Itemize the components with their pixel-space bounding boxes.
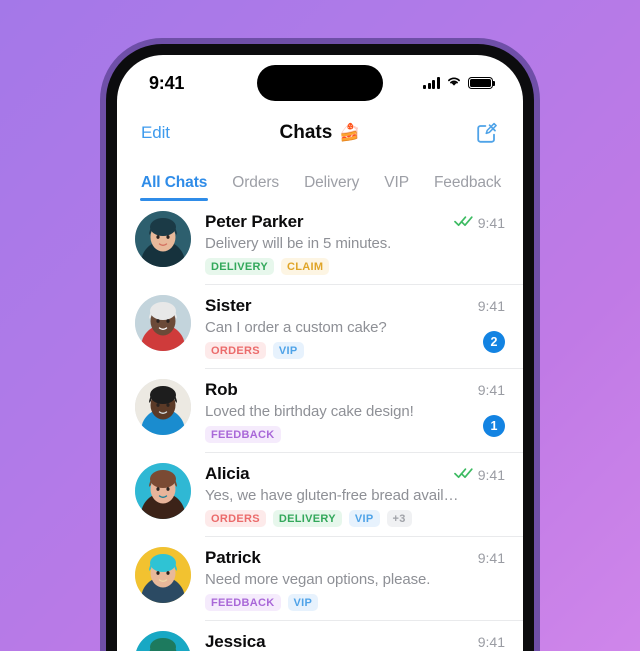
chat-row-header: Peter Parker 9:41: [205, 212, 505, 232]
chat-row-header: Jessica 9:41: [205, 632, 505, 651]
chat-row-meta: 9:41: [470, 634, 505, 650]
avatar-rob[interactable]: [135, 379, 191, 435]
phone-bezel: 9:41 Edit Chats 🍰 All Chats Orders Deliv…: [106, 44, 534, 651]
chat-tag[interactable]: VIP: [272, 342, 304, 359]
chat-row-meta: 9:41: [446, 466, 505, 484]
unread-badge: 2: [483, 331, 505, 353]
chat-tag[interactable]: +3: [386, 510, 412, 527]
chat-row-meta: 9:41: [446, 214, 505, 232]
chat-preview-text: Delivery will be in 5 minutes.: [205, 235, 392, 252]
chat-preview-text: Yes, we have gluten-free bread available…: [205, 487, 476, 504]
chat-row-header: Patrick 9:41: [205, 548, 505, 568]
tab-vip[interactable]: VIP: [384, 174, 409, 201]
chat-row[interactable]: Patrick 9:41 Need more vegan options, plea…: [117, 537, 523, 621]
chat-row-body: Rob 9:41 Loved the birthday cake design! FE…: [205, 379, 505, 443]
chat-timestamp: 9:41: [477, 550, 505, 566]
chat-timestamp: 9:41: [477, 298, 505, 314]
chat-row-body: Sister 9:41 Can I order a custom cake? ORDE…: [205, 295, 505, 359]
avatar-jessica[interactable]: [135, 631, 191, 651]
chat-tag[interactable]: FEEDBACK: [205, 426, 281, 443]
status-bar-icons: [423, 74, 496, 92]
chat-preview-text: Loved the birthday cake design!: [205, 403, 414, 420]
chat-list[interactable]: Peter Parker 9:41 Delivery will be in 5 mi…: [117, 201, 523, 651]
chat-preview-text: Can I order a custom cake?: [205, 319, 387, 336]
dynamic-island: [257, 65, 383, 101]
chat-row-body: Patrick 9:41 Need more vegan options, plea…: [205, 547, 505, 611]
phone-screen: 9:41 Edit Chats 🍰 All Chats Orders Deliv…: [117, 55, 523, 651]
chat-row-body: Peter Parker 9:41 Delivery will be in 5 mi…: [205, 211, 505, 275]
cake-emoji-icon: 🍰: [339, 123, 361, 142]
chat-row-meta: 9:41: [470, 298, 505, 314]
chat-row[interactable]: Jessica9:41Nice, got it.: [117, 621, 523, 651]
status-bar-time: 9:41: [149, 72, 185, 93]
double-check-icon: [453, 214, 473, 232]
chat-timestamp: 9:41: [477, 215, 505, 231]
page-title: Chats 🍰: [280, 122, 361, 144]
phone-frame: 9:41 Edit Chats 🍰 All Chats Orders Deliv…: [100, 38, 540, 651]
chat-timestamp: 9:41: [477, 634, 505, 650]
chat-row-body: Jessica9:41Nice, got it.: [205, 631, 505, 651]
chat-tag[interactable]: VIP: [348, 510, 380, 527]
page-title-text: Chats: [279, 122, 333, 143]
chat-name: Rob: [205, 380, 238, 399]
chat-timestamp: 9:41: [477, 382, 505, 398]
chat-timestamp: 9:41: [477, 467, 505, 483]
chat-name: Patrick: [205, 548, 261, 567]
double-check-icon: [453, 466, 473, 484]
edit-button[interactable]: Edit: [141, 123, 170, 143]
avatar-sister[interactable]: [135, 295, 191, 351]
chat-row[interactable]: Sister 9:41 Can I order a custom cake? ORDE…: [117, 285, 523, 369]
avatar-alicia[interactable]: [135, 463, 191, 519]
chat-row-body: Alicia 9:41 Yes, we have gluten-free bread…: [205, 463, 505, 527]
chat-row-header: Sister 9:41: [205, 296, 505, 316]
status-bar: 9:41: [117, 55, 523, 107]
chat-row-header: Alicia 9:41: [205, 464, 505, 484]
tab-bar[interactable]: All ChatsOrdersDeliveryVIPFeedbackE: [117, 159, 523, 201]
chat-tag[interactable]: VIP: [287, 594, 319, 611]
chat-name: Alicia: [205, 464, 250, 483]
chat-tag[interactable]: FEEDBACK: [205, 594, 281, 611]
tab-orders[interactable]: Orders: [232, 174, 279, 201]
cellular-signal-icon: [423, 77, 440, 89]
chat-row-meta: 9:41: [470, 382, 505, 398]
chat-tag-row: DELIVERY CLAIM: [205, 258, 505, 275]
tab-all-chats[interactable]: All Chats: [139, 174, 209, 201]
wifi-icon: [446, 74, 462, 92]
chat-preview-text: Need more vegan options, please.: [205, 571, 431, 588]
chat-tag[interactable]: DELIVERY: [272, 510, 342, 527]
chat-row[interactable]: Alicia 9:41 Yes, we have gluten-free bread…: [117, 453, 523, 537]
compose-icon[interactable]: [475, 121, 499, 145]
tab-delivery[interactable]: Delivery: [304, 174, 359, 201]
unread-badge: 1: [483, 415, 505, 437]
chat-row-header: Rob 9:41: [205, 380, 505, 400]
chat-tag[interactable]: ORDERS: [205, 510, 266, 527]
chat-tag-row: ORDERS VIP: [205, 342, 505, 359]
avatar-patrick[interactable]: [135, 547, 191, 603]
nav-bar: Edit Chats 🍰: [117, 107, 523, 159]
chat-name: Sister: [205, 296, 252, 315]
chat-tag-row: FEEDBACK VIP: [205, 594, 505, 611]
chat-tag-row: FEEDBACK: [205, 426, 505, 443]
chat-name: Jessica: [205, 632, 266, 651]
chat-tag[interactable]: CLAIM: [281, 258, 330, 275]
chat-tag[interactable]: DELIVERY: [205, 258, 275, 275]
tab-feedback[interactable]: Feedback: [434, 174, 501, 201]
avatar-peter-parker[interactable]: [135, 211, 191, 267]
chat-row-meta: 9:41: [470, 550, 505, 566]
chat-name: Peter Parker: [205, 212, 304, 231]
chat-tag-row: ORDERS DELIVERY VIP +3: [205, 510, 505, 527]
chat-row[interactable]: Rob 9:41 Loved the birthday cake design! FE…: [117, 369, 523, 453]
chat-tag[interactable]: ORDERS: [205, 342, 266, 359]
battery-icon: [468, 76, 496, 90]
chat-row[interactable]: Peter Parker 9:41 Delivery will be in 5 mi…: [117, 201, 523, 285]
